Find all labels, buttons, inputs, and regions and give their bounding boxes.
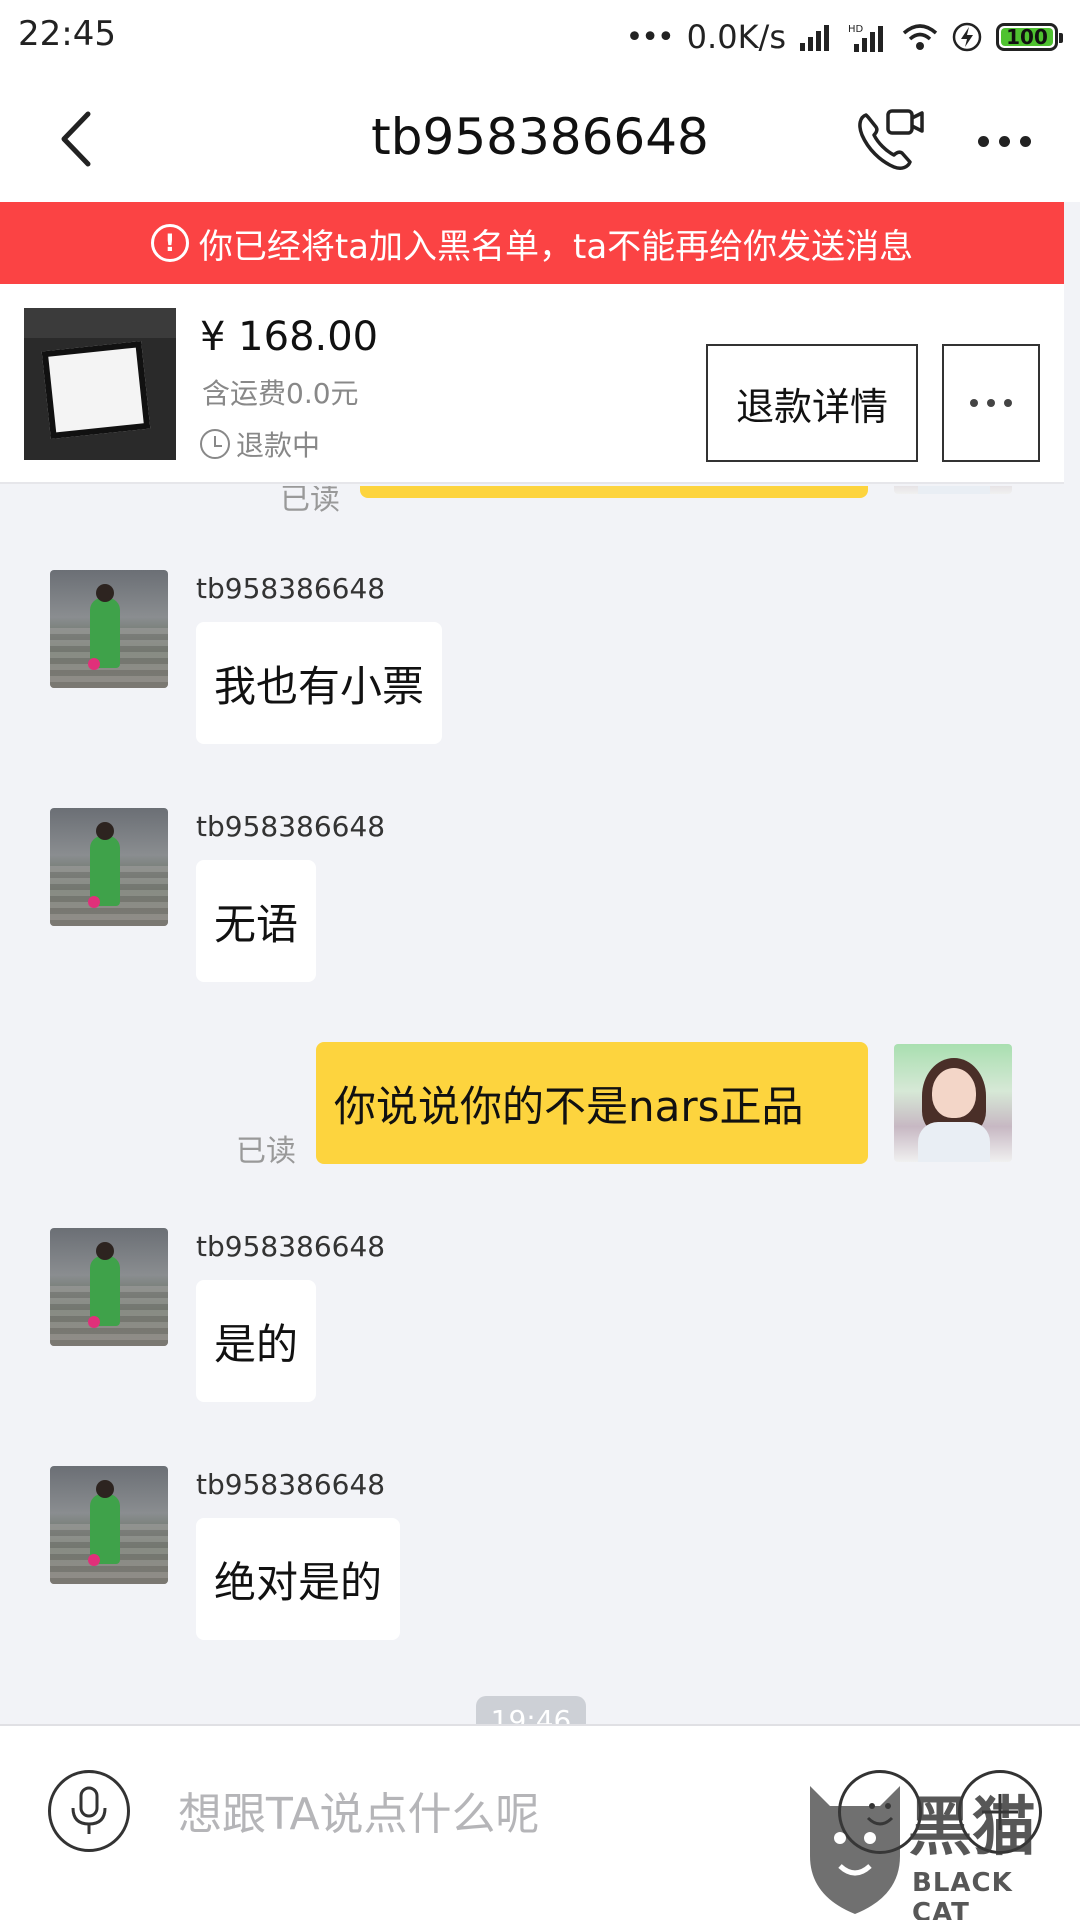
message-bubble[interactable]: 是的 xyxy=(196,1280,317,1402)
shipping-fee: 含运费0.0元 xyxy=(202,377,359,410)
more-icon-dot xyxy=(1004,399,1012,407)
product-price: ¥ 168.00 xyxy=(200,314,379,360)
seller-avatar[interactable] xyxy=(50,1466,168,1584)
phone-video-icon xyxy=(858,109,924,170)
wifi-icon xyxy=(902,24,938,50)
seller-avatar[interactable] xyxy=(50,1228,168,1346)
banner-text: 你已经将ta加入黑名单，ta不能再给你发送消息 xyxy=(198,226,914,267)
message-bubble[interactable]: 绝对是的 xyxy=(196,1518,401,1640)
battery-icon: 100 xyxy=(996,23,1063,51)
seller-avatar[interactable] xyxy=(50,808,168,926)
nav-bar: tb958386648 xyxy=(0,76,1080,202)
message-bubble[interactable]: 我也有小票 xyxy=(196,622,443,744)
cat-shield-icon xyxy=(810,1786,900,1914)
status-time: 22:45 xyxy=(18,14,116,54)
call-button[interactable] xyxy=(850,100,930,180)
sender-name: tb958386648 xyxy=(196,572,386,605)
more-icon-dot xyxy=(1019,135,1031,147)
my-avatar[interactable] xyxy=(894,486,1012,494)
signal-icon xyxy=(800,25,829,51)
product-thumbnail[interactable] xyxy=(24,308,176,460)
read-label: 已读 xyxy=(280,486,340,517)
more-button[interactable] xyxy=(964,106,1044,176)
microphone-icon xyxy=(71,1786,107,1834)
message-bubble[interactable]: 无语 xyxy=(196,860,317,982)
clock-icon xyxy=(200,429,230,459)
hd-signal-icon: HD xyxy=(848,24,883,52)
more-icon xyxy=(970,399,978,407)
message-bubble-partial[interactable] xyxy=(360,486,868,498)
refund-details-button[interactable]: 退款详情 xyxy=(706,344,918,462)
order-more-button[interactable] xyxy=(942,344,1040,462)
voice-button[interactable] xyxy=(48,1770,130,1852)
warning-icon: ! xyxy=(150,224,189,262)
chat-area[interactable]: 已读 tb958386648 我也有小票 tb958386648 无语 已读 你… xyxy=(0,486,1064,1724)
sender-name: tb958386648 xyxy=(196,1230,386,1263)
my-avatar[interactable] xyxy=(894,1044,1012,1162)
charging-icon xyxy=(952,22,982,52)
message-bubble-mine[interactable]: 你说说你的不是nars正品 xyxy=(316,1042,868,1164)
more-icon-dot xyxy=(998,135,1010,147)
refund-status-label: 退款中 xyxy=(236,429,321,462)
sender-name: tb958386648 xyxy=(196,1468,386,1501)
blacklist-banner: ! 你已经将ta加入黑名单，ta不能再给你发送消息 xyxy=(0,202,1064,284)
order-card[interactable]: ¥ 168.00 含运费0.0元 退款中 退款详情 xyxy=(0,284,1064,484)
time-divider: 19:46 xyxy=(476,1696,586,1724)
svg-text:HD: HD xyxy=(848,24,864,35)
more-icon xyxy=(977,135,989,147)
network-dots-icon: ••• xyxy=(625,19,675,55)
seller-avatar[interactable] xyxy=(50,570,168,688)
refund-status: 退款中 xyxy=(200,424,320,464)
battery-level: 100 xyxy=(1006,25,1048,49)
network-speed: 0.0K/s xyxy=(686,18,786,56)
status-bar: 22:45 ••• 0.0K/s HD 100 xyxy=(0,0,1080,76)
black-cat-watermark: 黑猫 BLACK CAT xyxy=(800,1776,1070,1920)
watermark-en: BLACK CAT xyxy=(912,1868,1013,1920)
more-icon-dot xyxy=(987,399,995,407)
read-label: 已读 xyxy=(236,1134,296,1169)
sender-name: tb958386648 xyxy=(196,810,386,843)
watermark-cn: 黑猫 xyxy=(908,1791,1036,1865)
message-input[interactable]: 想跟TA说点什么呢 xyxy=(178,1778,540,1842)
status-indicators: ••• 0.0K/s HD 100 xyxy=(625,12,1063,62)
